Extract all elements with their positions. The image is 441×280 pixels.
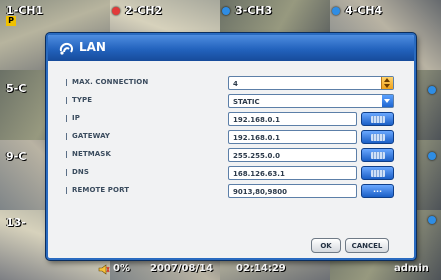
setting-row-dns: DNS 168.126.63.1 xyxy=(48,166,414,182)
lan-dialog: LAN MAX. CONNECTION 4 TYPE STATIC IP 192… xyxy=(46,33,416,260)
keyboard-icon xyxy=(371,152,385,159)
field-value: 168.126.63.1 xyxy=(233,170,285,178)
row-label: MAX. CONNECTION xyxy=(72,78,149,86)
dialog-title: LAN xyxy=(79,40,106,54)
setting-row-ip: IP 192.168.0.1 xyxy=(48,112,414,128)
row-label: IP xyxy=(72,114,80,122)
row-bullet xyxy=(66,151,67,158)
remote-port-more-button[interactable]: ... xyxy=(361,184,394,198)
remote-port-field[interactable]: 9013,80,9800 xyxy=(228,184,357,198)
time-display: 02:14:29 xyxy=(236,263,286,274)
live-indicator-icon xyxy=(428,216,436,224)
ip-field[interactable]: 192.168.0.1 xyxy=(228,112,357,126)
row-bullet xyxy=(66,79,67,86)
dropdown-button[interactable] xyxy=(382,95,393,107)
type-dropdown[interactable]: STATIC xyxy=(228,94,394,108)
ptz-badge: P xyxy=(6,16,16,26)
max-connection-spinner[interactable]: 4 xyxy=(228,76,394,90)
dns-field[interactable]: 168.126.63.1 xyxy=(228,166,357,180)
setting-row-type: TYPE STATIC xyxy=(48,94,414,110)
row-bullet xyxy=(66,133,67,140)
row-bullet xyxy=(66,97,67,104)
dialog-title-bar: LAN xyxy=(48,35,414,61)
field-value: 9013,80,9800 xyxy=(233,188,288,196)
live-indicator-icon xyxy=(332,7,340,15)
field-value: 4 xyxy=(233,80,238,88)
row-bullet xyxy=(66,169,67,176)
camera-label: 2-CH2 xyxy=(125,4,163,17)
user-name: admin xyxy=(394,263,429,274)
row-label: GATEWAY xyxy=(72,132,111,140)
camera-label: 3-CH3 xyxy=(235,4,273,17)
gateway-keyboard-button[interactable] xyxy=(361,130,394,144)
gateway-field[interactable]: 192.168.0.1 xyxy=(228,130,357,144)
row-bullet xyxy=(66,187,67,194)
ok-button[interactable]: OK xyxy=(311,238,341,253)
dns-keyboard-button[interactable] xyxy=(361,166,394,180)
spinner-arrows[interactable] xyxy=(381,77,393,89)
cancel-button[interactable]: CANCEL xyxy=(345,238,389,253)
keyboard-icon xyxy=(371,170,385,177)
status-bar: 0% 2007/08/14 02:14:29 admin xyxy=(0,258,441,280)
speaker-icon[interactable] xyxy=(98,264,110,275)
chevron-down-icon xyxy=(384,99,390,103)
row-bullet xyxy=(66,115,67,122)
date-display: 2007/08/14 xyxy=(150,263,213,274)
network-icon xyxy=(59,42,73,55)
field-value: 255.255.0.0 xyxy=(233,152,280,160)
arrow-down-icon[interactable] xyxy=(384,84,390,88)
live-indicator-icon xyxy=(222,7,230,15)
setting-row-remote-port: REMOTE PORT 9013,80,9800 ... xyxy=(48,184,414,200)
camera-label: 13- xyxy=(6,216,26,229)
keyboard-icon xyxy=(371,116,385,123)
camera-label: 4-CH4 xyxy=(345,4,383,17)
row-label: DNS xyxy=(72,168,90,176)
netmask-field[interactable]: 255.255.0.0 xyxy=(228,148,357,162)
ip-keyboard-button[interactable] xyxy=(361,112,394,126)
row-label: TYPE xyxy=(72,96,93,104)
setting-row-netmask: NETMASK 255.255.0.0 xyxy=(48,148,414,164)
camera-label: 9-C xyxy=(6,150,27,163)
row-label: REMOTE PORT xyxy=(72,186,130,194)
volume-level: 0% xyxy=(113,263,130,274)
field-value: 192.168.0.1 xyxy=(233,134,280,142)
arrow-up-icon[interactable] xyxy=(384,78,390,82)
field-value: STATIC xyxy=(233,98,260,106)
setting-row-gateway: GATEWAY 192.168.0.1 xyxy=(48,130,414,146)
live-indicator-icon xyxy=(428,152,436,160)
camera-label: 5-C xyxy=(6,82,27,95)
setting-row-max-connection: MAX. CONNECTION 4 xyxy=(48,76,414,92)
field-value: 192.168.0.1 xyxy=(233,116,280,124)
record-indicator-icon xyxy=(112,7,120,15)
netmask-keyboard-button[interactable] xyxy=(361,148,394,162)
live-indicator-icon xyxy=(428,86,436,94)
keyboard-icon xyxy=(371,134,385,141)
row-label: NETMASK xyxy=(72,150,111,158)
more-dots-label: ... xyxy=(372,185,383,194)
